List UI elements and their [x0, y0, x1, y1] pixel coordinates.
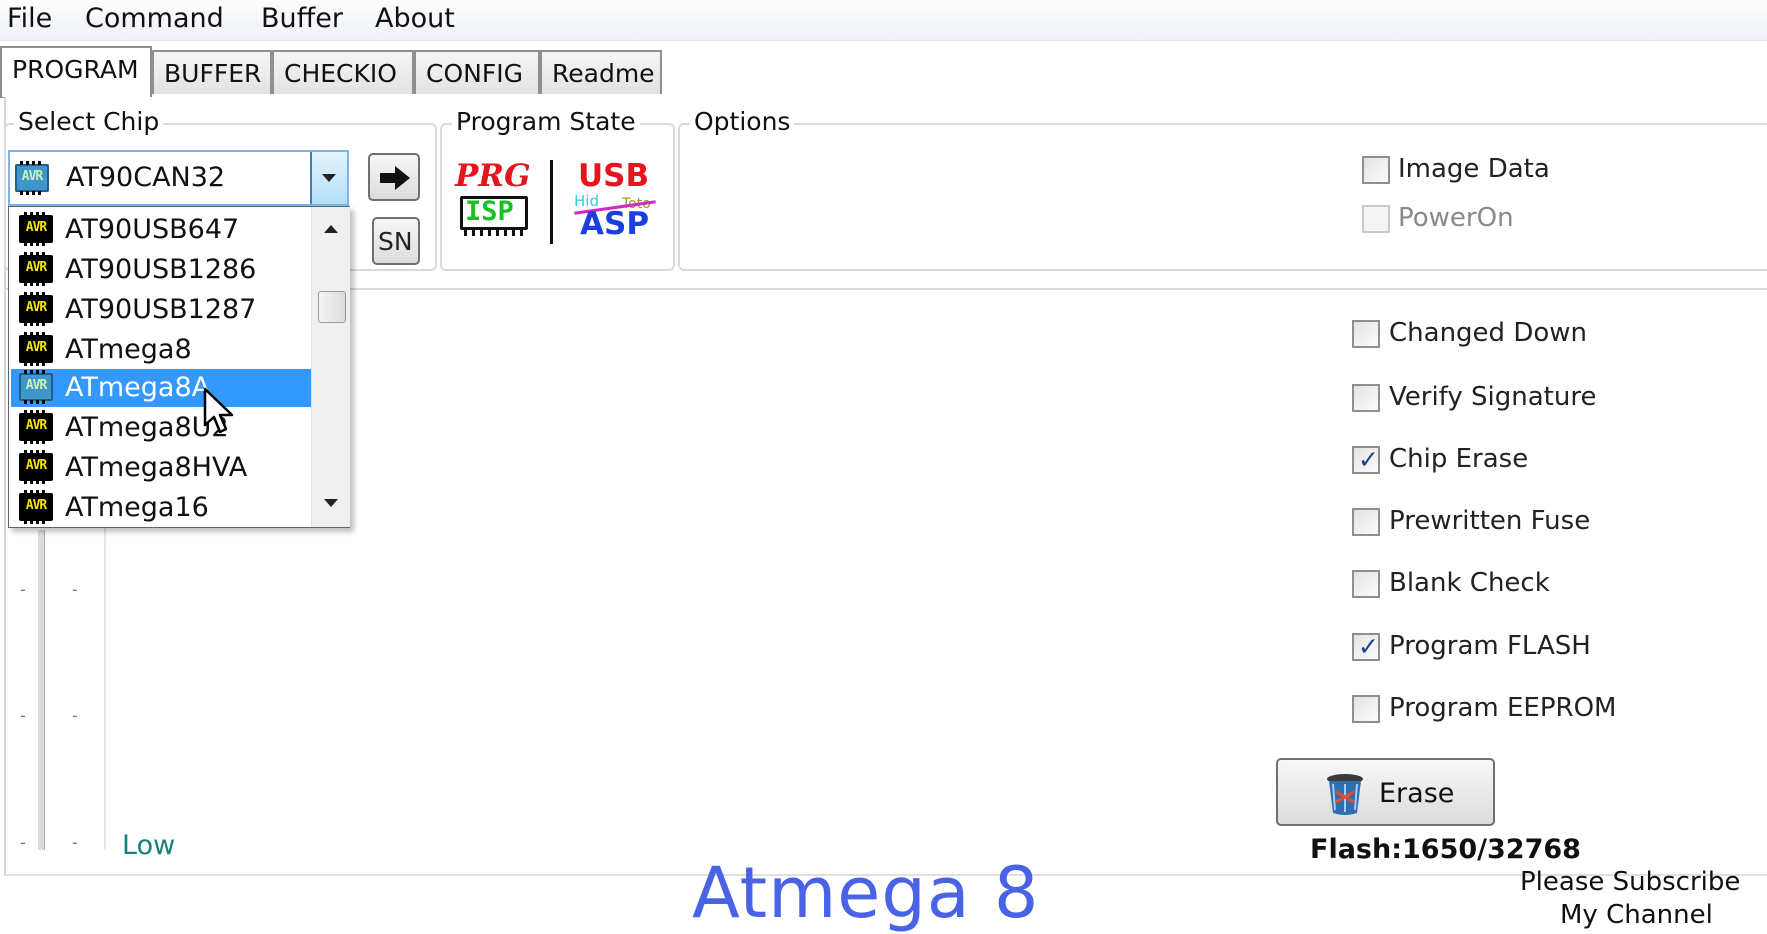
chip-erase-checkbox[interactable]: ✓	[1352, 445, 1380, 474]
arrow-right-icon	[380, 166, 410, 190]
check-icon: ✓	[1358, 445, 1379, 474]
tick: -	[72, 833, 78, 852]
menu-command[interactable]: Command	[78, 0, 231, 40]
chip-icon: AVR	[19, 410, 53, 444]
chip-icon: AVR	[15, 161, 49, 195]
chip-icon: AVR	[19, 490, 53, 524]
level-bar	[38, 530, 45, 850]
subscribe-line-2: My Channel	[1560, 900, 1713, 930]
options-title: Options	[690, 107, 795, 137]
verify-signature-checkbox[interactable]	[1352, 384, 1380, 412]
isp-pins	[464, 230, 524, 236]
dropdown-item[interactable]: AVR ATmega8HVA	[11, 449, 311, 487]
poweron-checkbox[interactable]	[1362, 205, 1390, 233]
select-chip-title: Select Chip	[14, 107, 164, 137]
flash-status: Flash:1650/32768	[1310, 834, 1581, 865]
image-data-checkbox[interactable]	[1362, 156, 1390, 184]
prewritten-fuse-label: Prewritten Fuse	[1389, 506, 1591, 536]
dropdown-item[interactable]: AVR ATmega8U2	[11, 409, 311, 447]
chip-icon: AVR	[19, 252, 53, 286]
changed-down-label: Changed Down	[1389, 318, 1587, 348]
dropdown-item[interactable]: AVR ATmega16	[11, 489, 311, 527]
program-flash-label: Program FLASH	[1389, 631, 1591, 661]
program-state-title: Program State	[452, 107, 640, 137]
tab-readme[interactable]: Readme	[540, 50, 662, 94]
tick: -	[72, 580, 78, 599]
chip-icon: AVR	[19, 450, 53, 484]
blank-check-checkbox[interactable]	[1352, 570, 1380, 598]
dropdown-item[interactable]: AVR AT90USB1287	[11, 291, 311, 329]
tab-checkio[interactable]: CHECKIO	[272, 50, 414, 94]
menu-buffer[interactable]: Buffer	[254, 0, 350, 40]
chip-icon: AVR	[19, 370, 53, 404]
apply-chip-button[interactable]	[368, 153, 420, 201]
menu-file[interactable]: File	[0, 0, 59, 40]
program-flash-checkbox[interactable]: ✓	[1352, 632, 1380, 661]
chip-erase-label: Chip Erase	[1389, 444, 1529, 474]
menu-bar: File Command Buffer About	[0, 0, 1767, 41]
menu-about[interactable]: About	[368, 0, 462, 40]
program-eeprom-label: Program EEPROM	[1389, 693, 1617, 723]
isp-chip-icon: ISP	[460, 196, 528, 230]
combo-dropdown-button[interactable]	[310, 152, 347, 204]
dropdown-item-selected[interactable]: AVR ATmega8A	[11, 369, 311, 407]
erase-button[interactable]: Erase	[1276, 758, 1495, 826]
dropdown-item[interactable]: AVR ATmega8	[11, 331, 311, 369]
chip-dropdown-list[interactable]: AVR AT90USB647 AVR AT90USB1286 AVR AT90U…	[8, 206, 350, 528]
chip-icon: AVR	[19, 332, 53, 366]
tick: -	[20, 706, 26, 725]
dropdown-item[interactable]: AVR AT90USB1286	[11, 251, 311, 289]
verify-signature-label: Verify Signature	[1389, 382, 1597, 412]
scroll-down-icon[interactable]	[324, 499, 338, 507]
options-group	[678, 123, 1767, 271]
tick: -	[20, 580, 26, 599]
logo-separator	[550, 160, 553, 244]
poweron-label: PowerOn	[1398, 203, 1514, 233]
blank-check-label: Blank Check	[1389, 568, 1550, 598]
chip-select-value: AT90CAN32	[66, 162, 226, 193]
tick: -	[72, 706, 78, 725]
tab-buffer[interactable]: BUFFER	[152, 50, 272, 94]
tick: -	[20, 833, 26, 852]
chevron-down-icon	[322, 174, 336, 182]
scroll-up-icon[interactable]	[324, 225, 338, 233]
level-low-label: Low	[122, 830, 176, 861]
chip-icon: AVR	[19, 212, 53, 246]
chip-icon: AVR	[19, 292, 53, 326]
scrollbar-thumb[interactable]	[318, 291, 346, 323]
dropdown-item[interactable]: AVR AT90USB647	[11, 211, 311, 249]
changed-down-checkbox[interactable]	[1352, 320, 1380, 348]
subscribe-line-1: Please Subscribe	[1520, 867, 1741, 897]
video-caption: Atmega 8	[692, 852, 1040, 934]
prg-isp-logo: PRG ISP	[452, 158, 542, 246]
sn-button[interactable]: SN	[372, 217, 420, 265]
tab-program[interactable]: PROGRAM	[0, 46, 152, 97]
usb-asp-logo: USB Hid Toto ASP	[570, 158, 670, 248]
image-data-label: Image Data	[1398, 154, 1550, 184]
check-icon: ✓	[1358, 632, 1379, 661]
dropdown-scrollbar[interactable]	[311, 207, 350, 527]
tab-config[interactable]: CONFIG	[414, 50, 540, 94]
trash-icon	[1327, 774, 1363, 815]
program-eeprom-checkbox[interactable]	[1352, 695, 1380, 723]
chip-select-combobox[interactable]: AVR AT90CAN32	[8, 150, 349, 206]
mouse-cursor-icon	[203, 387, 234, 434]
prewritten-fuse-checkbox[interactable]	[1352, 508, 1380, 536]
